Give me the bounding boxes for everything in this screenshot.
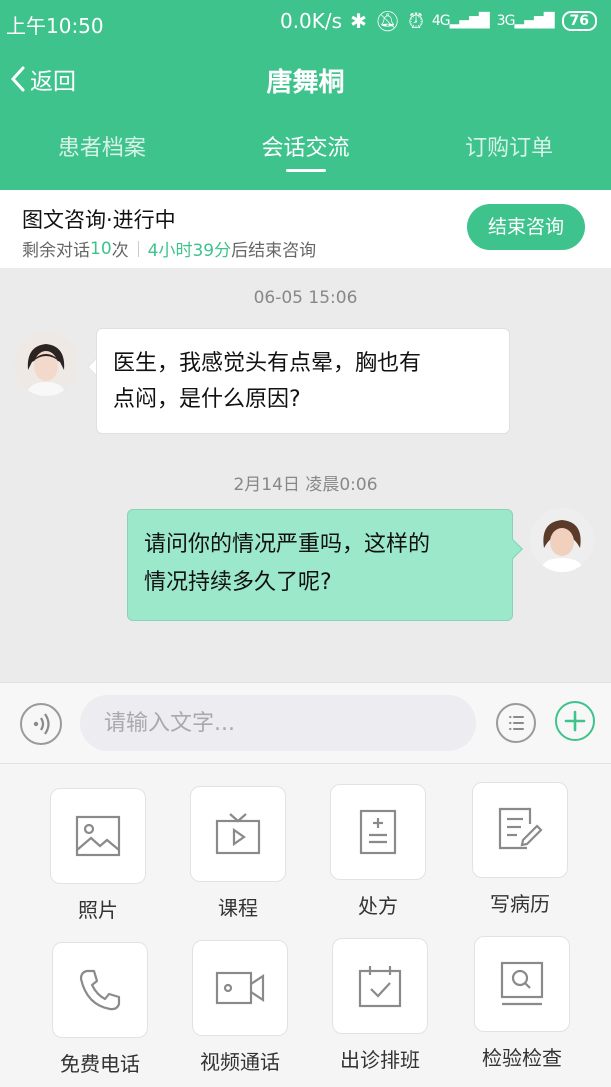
chevron-left-icon: [10, 66, 25, 92]
photo-icon: [75, 815, 121, 857]
tab-orders[interactable]: 订购订单: [407, 115, 611, 190]
tool-video-call[interactable]: 视频通话: [185, 940, 295, 1075]
tool-icon-box: [190, 786, 286, 882]
remaining-count: 10: [90, 238, 112, 259]
tool-prescription[interactable]: 处方: [323, 784, 433, 919]
message-timestamp: 2月14日 凌晨0:06: [233, 475, 378, 495]
tool-icon-box: [330, 784, 426, 880]
page-title: 唐舞桐: [266, 68, 345, 98]
tool-photo[interactable]: 照片: [43, 788, 153, 923]
voice-input-button[interactable]: [20, 703, 62, 745]
doctor-avatar[interactable]: [530, 508, 594, 572]
tools-panel: 照片 课程 处方 写病历 免费电话 视频通话 出诊排班 检验检查: [0, 764, 611, 1087]
more-options-button[interactable]: [496, 703, 536, 743]
status-time: 上午10:50: [6, 14, 104, 38]
message-text: 情况持续多久了呢?: [144, 570, 332, 595]
tool-label: 检验检查: [482, 1046, 562, 1070]
chat-area[interactable]: 06-05 15:06 医生，我感觉头有点晕，胸也有 点闷，是什么原因? 2月1…: [0, 268, 611, 682]
tool-course[interactable]: 课程: [183, 786, 293, 921]
search-report-icon: [500, 961, 544, 1006]
tool-label: 处方: [358, 894, 398, 918]
back-label: 返回: [30, 69, 76, 95]
tool-label: 免费电话: [60, 1052, 140, 1076]
message-input[interactable]: [80, 695, 476, 751]
tool-icon-box: [50, 788, 146, 884]
tool-label: 视频通话: [200, 1050, 280, 1074]
time-left: 4小时39分: [147, 241, 232, 261]
tool-icon-box: [332, 938, 428, 1034]
tool-lab-test[interactable]: 检验检查: [467, 936, 577, 1071]
remaining-suffix: 次: [111, 241, 129, 261]
status-indicators: 0.0K/s ✱ 🔕︎ ⏰︎ 4G▂▄▆█ 3G▂▄▆█ 76: [280, 9, 597, 33]
tool-write-record[interactable]: 写病历: [465, 782, 575, 917]
consult-title: 图文咨询·进行中: [22, 208, 176, 232]
status-bar: 上午10:50 0.0K/s ✱ 🔕︎ ⏰︎ 4G▂▄▆█ 3G▂▄▆█ 76: [0, 0, 611, 46]
add-button[interactable]: [555, 701, 595, 741]
outgoing-message-bubble[interactable]: 请问你的情况严重吗，这样的 情况持续多久了呢?: [127, 509, 513, 621]
video-call-icon: [215, 971, 265, 1005]
phone-icon: [79, 969, 121, 1011]
consult-info: 剩余对话 10 次 4小时39分 后结束咨询: [22, 236, 317, 262]
voice-icon: [33, 713, 50, 735]
tool-schedule[interactable]: 出诊排班: [325, 938, 435, 1073]
tool-free-call[interactable]: 免费电话: [45, 942, 155, 1077]
signal-4g-icon: 4G▂▄▆█: [431, 13, 490, 29]
tool-label: 写病历: [490, 892, 550, 916]
tool-icon-box: [52, 942, 148, 1038]
divider: [137, 240, 139, 257]
signal-3g-icon: 3G▂▄▆█: [496, 13, 555, 29]
calendar-check-icon: [358, 966, 402, 1008]
battery-icon: 76: [561, 11, 597, 31]
tool-icon-box: [192, 940, 288, 1036]
app-header: 上午10:50 0.0K/s ✱ 🔕︎ ⏰︎ 4G▂▄▆█ 3G▂▄▆█ 76 …: [0, 0, 611, 190]
plus-icon: [564, 710, 586, 732]
list-icon: [509, 716, 524, 730]
end-consult-button[interactable]: 结束咨询: [467, 204, 585, 250]
input-bar: [0, 682, 611, 764]
alarm-icon: ⏰︎: [408, 9, 424, 33]
video-play-icon: [215, 813, 261, 855]
time-suffix: 后结束咨询: [231, 241, 317, 261]
bluetooth-icon: ✱: [350, 9, 367, 33]
patient-avatar[interactable]: [14, 332, 78, 396]
tab-conversation[interactable]: 会话交流: [204, 115, 408, 190]
tab-bar: 患者档案 会话交流 订购订单: [0, 115, 611, 190]
edit-record-icon: [498, 807, 543, 850]
message-timestamp: 06-05 15:06: [253, 288, 358, 308]
tool-label: 出诊排班: [340, 1048, 420, 1072]
back-button[interactable]: 返回: [10, 62, 76, 96]
mute-icon: 🔕︎: [374, 9, 401, 33]
title-bar: 返回 唐舞桐: [0, 52, 611, 110]
tool-label: 照片: [78, 898, 118, 922]
tool-icon-box: [474, 936, 570, 1032]
message-text: 请问你的情况严重吗，这样的: [144, 532, 431, 557]
tool-icon-box: [472, 782, 568, 878]
network-speed: 0.0K/s: [279, 9, 343, 33]
tab-patient-record[interactable]: 患者档案: [0, 115, 204, 190]
tool-label: 课程: [218, 896, 258, 920]
prescription-icon: [359, 809, 397, 855]
remaining-prefix: 剩余对话: [22, 241, 90, 261]
message-text: 点闷，是什么原因?: [113, 387, 301, 412]
incoming-message-bubble[interactable]: 医生，我感觉头有点晕，胸也有 点闷，是什么原因?: [96, 328, 510, 434]
